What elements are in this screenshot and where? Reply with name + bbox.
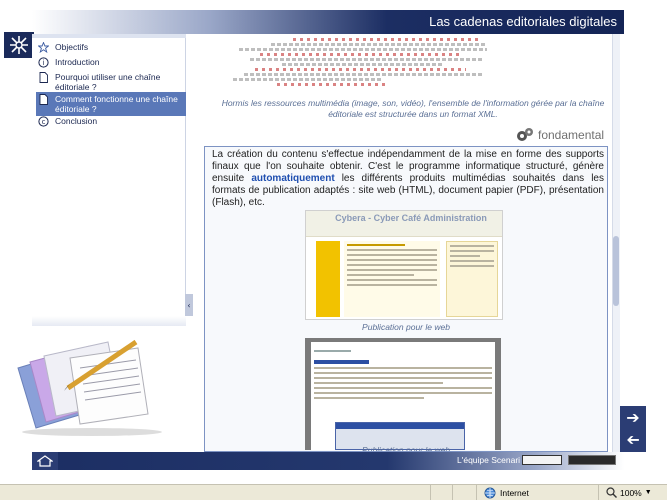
document-icon [38, 72, 49, 83]
top-banner: Las cadenas editoriales digitales [0, 0, 667, 34]
home-button[interactable] [32, 452, 58, 470]
zone-label: Internet [500, 488, 529, 498]
star-icon [38, 42, 49, 53]
sidebar-item-comment[interactable]: Comment fonctionne une chaîne éditoriale… [36, 92, 186, 116]
sidebar-item-conclusion[interactable]: c Conclusion [36, 114, 186, 129]
magnifier-icon [606, 487, 617, 498]
footer-credit: L'équipe Scenari [457, 455, 521, 465]
scenari-badge[interactable] [568, 455, 616, 465]
sidebar-item-pourquoi[interactable]: Pourquoi utiliser une chaîne éditoriale … [36, 70, 186, 94]
document-icon [38, 94, 49, 105]
status-divider [476, 485, 477, 500]
scrollbar-thumb[interactable] [613, 236, 619, 306]
status-divider [452, 485, 453, 500]
xml-code-figure [228, 36, 498, 92]
page-navigation: ➔ ➔ [620, 406, 646, 452]
sidebar-bottom-divider [32, 316, 186, 326]
scenari-logo[interactable] [4, 32, 34, 58]
zoom-control[interactable]: 100% ▼ [606, 487, 652, 498]
circle-info-icon: i [38, 57, 49, 68]
star-burst-icon [10, 36, 28, 54]
web-publication-screenshot: Cybera - Cyber Café Administration [305, 210, 503, 320]
sidebar-item-label: Introduction [55, 57, 100, 67]
browser-status-bar: Internet 100% ▼ [0, 484, 667, 500]
screenshot2-caption: Publication pour le web [362, 445, 450, 451]
security-zone[interactable]: Internet [484, 487, 529, 499]
globe-icon [484, 487, 496, 499]
status-divider [598, 485, 599, 500]
sidebar-item-objectifs[interactable]: Objectifs [36, 40, 186, 55]
sidebar-item-label: Conclusion [55, 116, 98, 126]
fondamental-heading: fondamental [516, 127, 604, 143]
screenshot-body [344, 241, 440, 317]
documents-illustration [17, 339, 162, 436]
fondamental-paragraph: La création du contenu s'effectue indépe… [212, 149, 604, 209]
status-divider [430, 485, 431, 500]
screenshot-sidebar [316, 241, 340, 317]
outline-sidebar: Objectifs i Introduction Pourquoi utilis… [32, 34, 186, 316]
svg-text:i: i [43, 59, 45, 67]
sidebar-item-label: Objectifs [55, 42, 89, 52]
gears-icon [517, 128, 533, 141]
fondamental-label: fondamental [538, 128, 605, 142]
chevron-down-icon: ▼ [644, 489, 652, 496]
sidebar-item-label: Comment fonctionne une chaîne éditoriale… [55, 94, 178, 114]
paragraph-emphasis: automatiquement [251, 173, 335, 184]
page-title: Las cadenas editoriales digitales [429, 14, 617, 29]
footer-bar: L'équipe Scenari [32, 452, 624, 470]
c-circle-icon: c [38, 116, 49, 127]
svg-text:c: c [42, 118, 46, 126]
screenshot1-caption: Publication pour le web [362, 322, 450, 332]
sidebar-item-introduction[interactable]: i Introduction [36, 55, 186, 70]
zoom-level: 100% [620, 487, 642, 498]
home-icon [37, 455, 53, 467]
sidebar-top-rule [32, 34, 186, 38]
screenshot-title: Cybera - Cyber Café Administration [335, 213, 487, 223]
collapse-sidebar-button[interactable]: ‹ [185, 294, 193, 316]
previous-page-arrow-icon[interactable]: ➔ [620, 428, 646, 450]
next-page-arrow-icon[interactable]: ➔ [620, 406, 646, 428]
pdf-publication-screenshot [305, 338, 501, 450]
screenshot-header: Cybera - Cyber Café Administration [306, 211, 502, 237]
screenshot-right-panel [446, 241, 498, 317]
sidebar-item-label: Pourquoi utiliser une chaîne éditoriale … [55, 72, 161, 92]
xml-figure-caption: Hormis les ressources multimédia (image,… [221, 98, 605, 119]
creative-commons-badge[interactable] [522, 455, 562, 465]
